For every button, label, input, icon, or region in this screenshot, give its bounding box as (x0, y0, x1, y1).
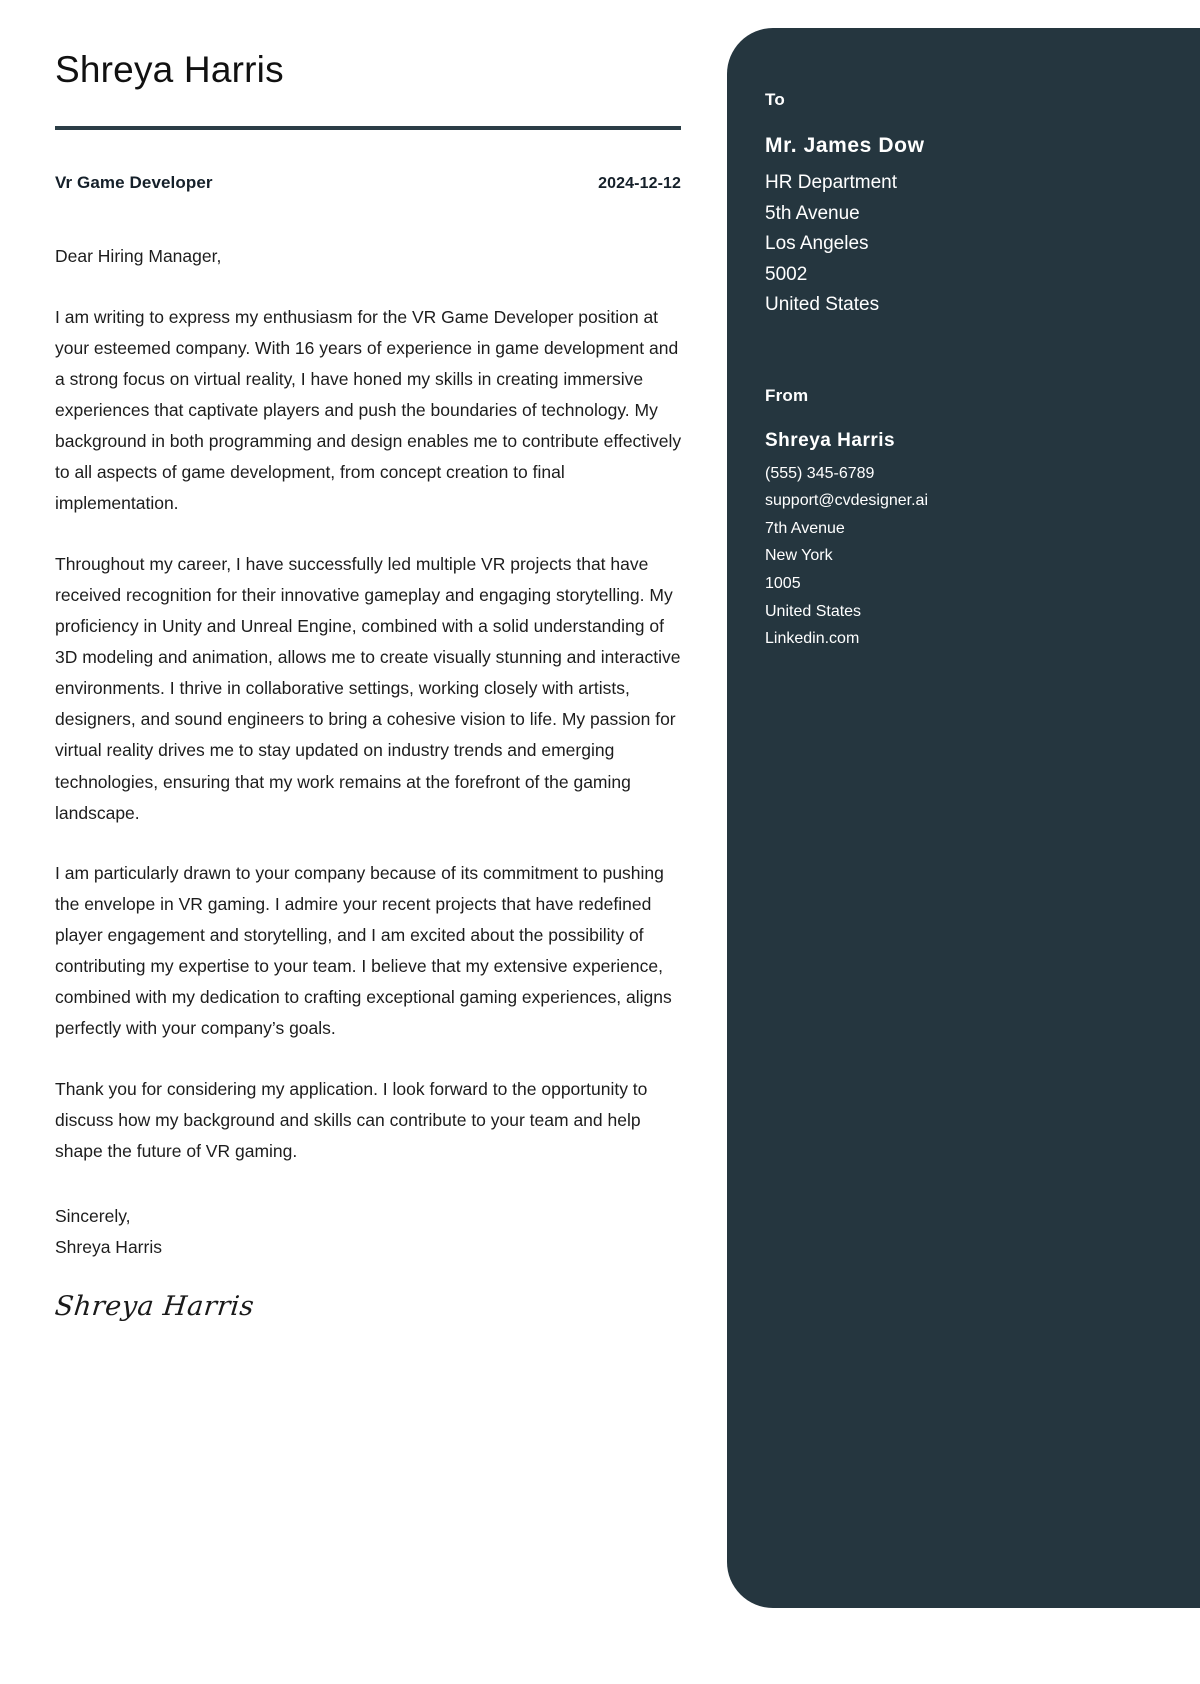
cover-letter-page: Shreya Harris Vr Game Developer 2024-12-… (0, 0, 1200, 1684)
sender-linkedin[interactable]: Linkedin.com (765, 625, 1160, 653)
salutation: Dear Hiring Manager, (55, 246, 222, 267)
to-heading: To (765, 90, 785, 109)
recipient-name: Mr. James Dow (765, 134, 925, 157)
sender-phone: (555) 345-6789 (765, 464, 875, 482)
sender-email[interactable]: support@cvdesigner.ai (765, 487, 1160, 515)
recipient-line: 5th Avenue (765, 202, 860, 224)
sender-block: From Shreya Harris (555) 345-6789 suppor… (765, 386, 1160, 652)
closing-name: Shreya Harris (55, 1237, 162, 1258)
letter-body: Shreya Harris Vr Game Developer 2024-12-… (53, 48, 685, 1323)
recipient-line: 5002 (765, 263, 808, 285)
header-divider (55, 126, 681, 131)
recipient-line: Los Angeles (765, 233, 869, 255)
sender-city: New York (765, 547, 833, 565)
from-heading: From (765, 386, 809, 406)
job-title: Vr Game Developer (55, 173, 213, 193)
sender-name: Shreya Harris (765, 430, 896, 452)
letter-meta-row: Vr Game Developer 2024-12-12 (55, 173, 681, 193)
sender-country: United States (765, 602, 862, 620)
body-paragraph-1: I am writing to express my enthusiasm fo… (55, 306, 682, 514)
recipient-line: United States (765, 293, 880, 315)
closing-block: Sincerely, Shreya Harris (55, 1201, 685, 1263)
body-paragraph-4: Thank you for considering my application… (55, 1078, 648, 1161)
sender-street: 7th Avenue (765, 519, 845, 537)
closing-word: Sincerely, (55, 1206, 131, 1227)
handwritten-signature: Shreya Harris (53, 1291, 256, 1323)
letter-date: 2024-12-12 (598, 175, 681, 193)
recipient-block: To Mr. James Dow HR Department 5th Avenu… (765, 90, 1160, 320)
sender-postal-code: 1005 (765, 575, 801, 592)
contact-sidebar: To Mr. James Dow HR Department 5th Avenu… (727, 28, 1200, 1608)
page-title: Shreya Harris (55, 49, 284, 90)
body-paragraph-3: I am particularly drawn to your company … (55, 862, 672, 1039)
body-paragraph-2: Throughout my career, I have successfull… (55, 553, 681, 823)
recipient-line: HR Department (765, 172, 897, 194)
